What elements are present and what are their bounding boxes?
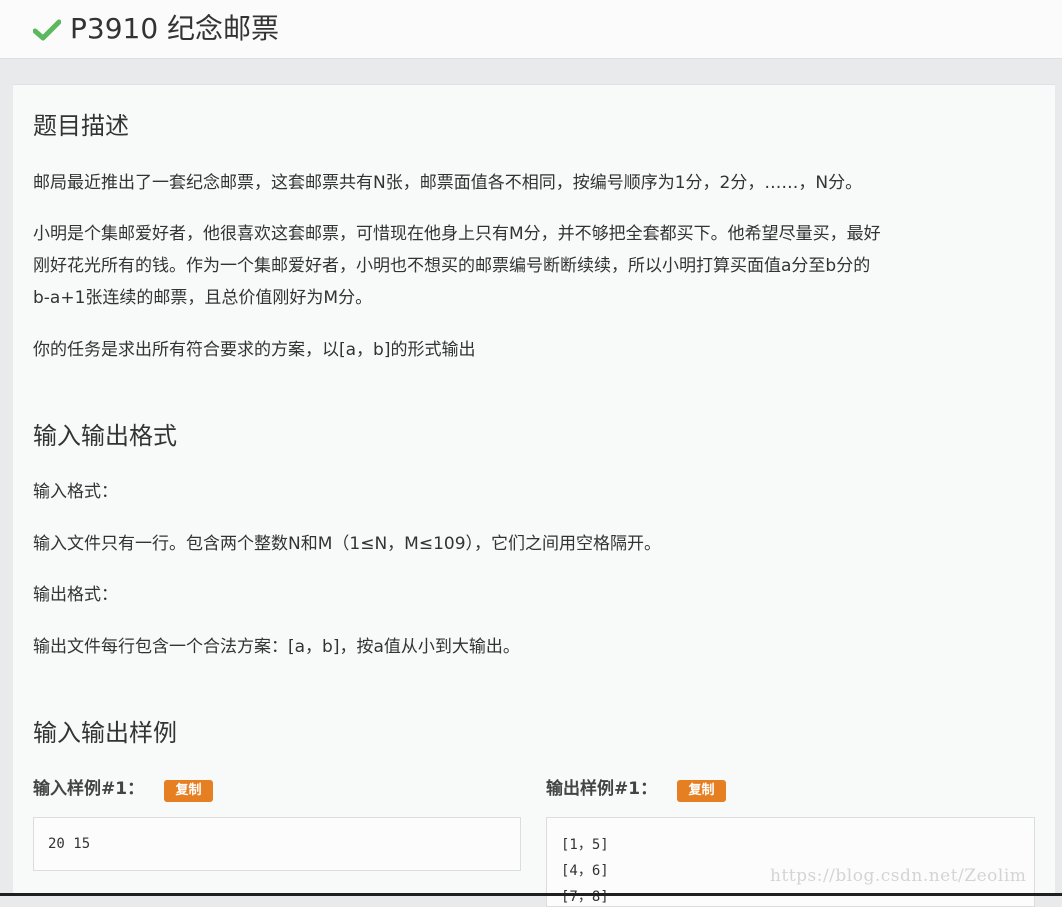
description-paragraph-3: 你的任务是求出所有符合要求的方案，以[a，b]的形式输出 (33, 340, 476, 360)
sample-output-label: 输出样例#1： (546, 779, 658, 799)
description-heading: 题目描述 (33, 112, 129, 140)
sample-output-line: [4，6] (561, 863, 609, 879)
watermark: https://blog.csdn.net/Zeolim (770, 866, 1027, 886)
input-format-label: 输入格式： (33, 482, 118, 502)
copy-input-button[interactable]: 复制 (164, 780, 213, 802)
description-paragraph-1: 邮局最近推出了一套纪念邮票，这套邮票共有N张，邮票面值各不相同，按编号顺序为1分… (33, 173, 863, 193)
sample-input-label: 输入样例#1： (33, 779, 145, 799)
output-format-text: 输出文件每行包含一个合法方案：[a，b]，按a值从小到大输出。 (33, 637, 520, 657)
description-paragraph-2-line-1: 小明是个集邮爱好者，他很喜欢这套邮票，可惜现在他身上只有M分，并不够把全套都买下… (33, 224, 881, 244)
sample-input-line: 20 15 (48, 836, 91, 852)
input-format-text: 输入文件只有一行。包含两个整数N和M（1≤N，M≤109），它们之间用空格隔开。 (33, 534, 662, 554)
description-paragraph-2-line-3: b-a+1张连续的邮票，且总价值刚好为M分。 (33, 288, 373, 308)
check-icon (33, 19, 61, 41)
copy-output-button[interactable]: 复制 (677, 780, 726, 802)
page-title: P3910 纪念邮票 (70, 12, 280, 45)
page-header: P3910 纪念邮票 (0, 0, 1062, 59)
output-format-label: 输出格式： (33, 585, 118, 605)
problem-card: 题目描述 邮局最近推出了一套纪念邮票，这套邮票共有N张，邮票面值各不相同，按编号… (13, 84, 1055, 907)
samples-heading: 输入输出样例 (33, 719, 177, 747)
sample-output-line: [7，8] (561, 889, 609, 905)
sample-input-box[interactable]: 20 15 (33, 817, 521, 871)
sample-output-line: [1，5] (561, 837, 609, 853)
io-format-heading: 输入输出格式 (33, 422, 177, 450)
description-paragraph-2-line-2: 刚好花光所有的钱。作为一个集邮爱好者，小明也不想买的邮票编号断断续续，所以小明打… (33, 256, 871, 276)
